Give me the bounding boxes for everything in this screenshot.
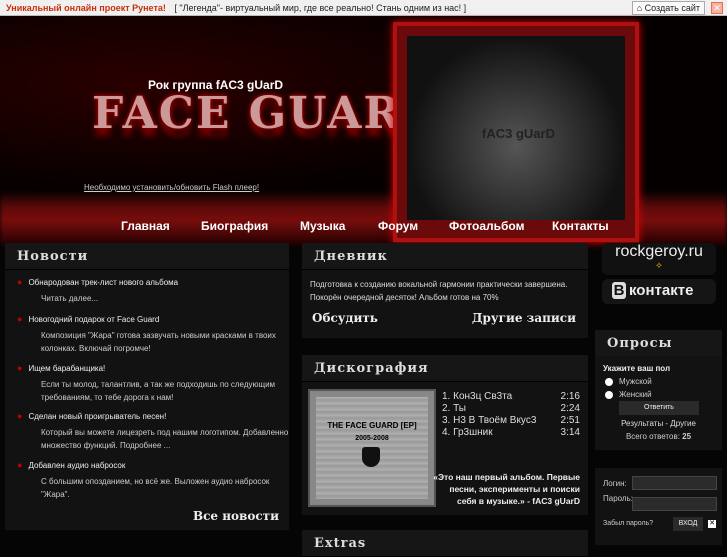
all-news-link[interactable]: Все новости: [193, 509, 279, 523]
diary-panel: Дневник Подготовка к созданию вокальной …: [302, 243, 588, 338]
news-body: Композиция "Жара" готова зазвучать новым…: [41, 331, 276, 353]
flash-install-link[interactable]: Необходимо установить/обновить Flash пле…: [84, 183, 259, 192]
nav-home[interactable]: Главная: [121, 219, 170, 233]
news-body: С большим опозданием, но всё же. Выложен…: [41, 477, 270, 499]
diary-text: Подготовка к созданию вокальной гармонии…: [310, 280, 568, 302]
rockgeroy-banner[interactable]: rockgeroy.ru ⟡: [602, 243, 716, 275]
cover-title: THE FACE GUARD [EP]: [327, 421, 417, 430]
news-heading: Новости: [5, 243, 289, 270]
track-time: 3:14: [560, 427, 580, 438]
poll-question: Укажите ваш пол: [603, 364, 671, 373]
bullet-icon: ●: [17, 411, 23, 421]
news-title[interactable]: Ищем барабанщика!: [28, 364, 105, 373]
total-value: 25: [682, 432, 692, 441]
bullet-icon: ●: [17, 363, 23, 373]
track-name: 4. Гр3шник: [442, 427, 493, 438]
discography-panel: Дискография THE FACE GUARD [EP] 2005-2008…: [302, 355, 588, 515]
news-item[interactable]: ● Сделан новый проигрыватель песен! Которы…: [17, 411, 291, 452]
band-photo: fAC3 gUarD: [393, 22, 639, 242]
bullet-icon: ●: [17, 277, 23, 287]
radio-icon[interactable]: [605, 377, 613, 386]
radio-icon[interactable]: [605, 390, 613, 399]
poll-body: Укажите ваш пол Мужской Женский Ответить…: [595, 356, 722, 450]
track-name: 1. Кон3ц Св3та: [442, 391, 513, 402]
close-icon[interactable]: ✕: [708, 520, 716, 528]
nav-contacts[interactable]: Контакты: [552, 219, 609, 233]
track-time: 2:16: [560, 391, 580, 402]
news-item[interactable]: ● Новогодний подарок от Face Guard Компози…: [17, 314, 291, 355]
bullet-icon: ●: [17, 460, 23, 470]
password-input[interactable]: [632, 497, 717, 511]
track-name: 2. Ты: [442, 403, 466, 414]
other-entries-link[interactable]: Другие записи: [472, 311, 576, 325]
promo-link[interactable]: Уникальный онлайн проект Рунета!: [6, 3, 166, 13]
news-item[interactable]: ● Добавлен аудио набросок С большим опозда…: [17, 460, 291, 501]
news-title[interactable]: Обнародован трек-лист нового альбома: [28, 278, 178, 287]
password-label: Пароль:: [603, 494, 633, 503]
news-body: Который вы можете лицезреть под нашим ло…: [41, 428, 289, 450]
news-title[interactable]: Новогодний подарок от Face Guard: [28, 315, 159, 324]
poll-total: Всего ответов: 25: [595, 432, 722, 441]
extras-heading: Extras: [302, 530, 588, 557]
album-cover[interactable]: THE FACE GUARD [EP] 2005-2008: [308, 389, 436, 507]
mask-icon: [362, 447, 380, 467]
top-promo-bar: Уникальный онлайн проект Рунета! [ "Леге…: [0, 0, 727, 16]
nav-photoalbum[interactable]: Фотоальбом: [449, 219, 524, 233]
total-label: Всего ответов:: [625, 432, 680, 441]
login-input[interactable]: [632, 476, 717, 490]
nav-forum[interactable]: Форум: [378, 219, 418, 233]
track-row[interactable]: 1. Кон3ц Св3та 2:16: [442, 391, 580, 402]
diary-heading: Дневник: [302, 243, 588, 270]
cover-years: 2005-2008: [355, 435, 389, 442]
poll-option-female[interactable]: Женский: [605, 390, 652, 399]
track-time: 2:24: [560, 403, 580, 414]
nav-music[interactable]: Музыка: [300, 219, 345, 233]
news-title[interactable]: Сделан новый проигрыватель песен!: [28, 412, 166, 421]
vk-label: контакте: [629, 282, 694, 299]
news-item[interactable]: ● Ищем барабанщика! Если ты молод, талантл…: [17, 363, 291, 404]
news-body: Читать далее...: [41, 294, 99, 303]
news-body: Если ты молод, талантлив, а так же подхо…: [41, 380, 276, 402]
photo-caption: fAC3 gUarD: [482, 126, 555, 141]
band-logo: FACE GUARD: [92, 88, 443, 139]
main-nav: Главная Биография Музыка Форум Фотоальбо…: [0, 219, 727, 235]
create-site-label: Создать сайт: [644, 3, 700, 13]
close-bar-icon[interactable]: ✕: [711, 2, 723, 14]
extras-panel: Extras: [302, 530, 588, 557]
nav-biography[interactable]: Биография: [201, 219, 268, 233]
rockgeroy-label: rockgeroy.ru: [615, 243, 703, 260]
login-label: Логин:: [603, 479, 627, 488]
vk-logo-icon: В: [612, 282, 626, 299]
bullet-icon: ●: [17, 314, 23, 324]
poll-results-link[interactable]: Результаты - Другие: [595, 419, 722, 428]
album-quote: «Это наш первый альбом. Первые песни, эк…: [433, 472, 580, 506]
news-item[interactable]: ● Обнародован трек-лист нового альбома Чит…: [17, 277, 291, 305]
poll-answer-button[interactable]: Ответить: [619, 401, 699, 415]
login-panel: Логин: Пароль: Забыл пароль? ВХОД ✕: [595, 468, 722, 545]
option-label: Женский: [619, 390, 652, 399]
poll-option-male[interactable]: Мужской: [605, 377, 652, 386]
news-panel: Новости ● Обнародован трек-лист нового ал…: [5, 243, 289, 530]
vkontakte-banner[interactable]: Вконтакте: [602, 279, 716, 304]
discography-heading: Дискография: [302, 355, 588, 382]
track-row[interactable]: 3. Н3 В Твоём Вкус3 2:51: [442, 415, 580, 426]
track-name: 3. Н3 В Твоём Вкус3: [442, 415, 537, 426]
create-site-button[interactable]: ⌂ Создать сайт: [631, 1, 705, 15]
discuss-link[interactable]: Обсудить: [312, 311, 378, 325]
track-time: 2:51: [560, 415, 580, 426]
wings-icon: ⟡: [656, 260, 662, 270]
home-icon: ⌂: [636, 3, 645, 13]
track-row[interactable]: 2. Ты 2:24: [442, 403, 580, 414]
polls-heading: Опросы: [595, 330, 722, 357]
promo-message[interactable]: [ "Легенда"- виртуальный мир, где все ре…: [174, 3, 466, 13]
track-row[interactable]: 4. Гр3шник 3:14: [442, 427, 580, 438]
news-title[interactable]: Добавлен аудио набросок: [28, 461, 125, 470]
forgot-password-link[interactable]: Забыл пароль?: [603, 520, 653, 527]
option-label: Мужской: [619, 377, 652, 386]
login-button[interactable]: ВХОД: [673, 517, 703, 531]
